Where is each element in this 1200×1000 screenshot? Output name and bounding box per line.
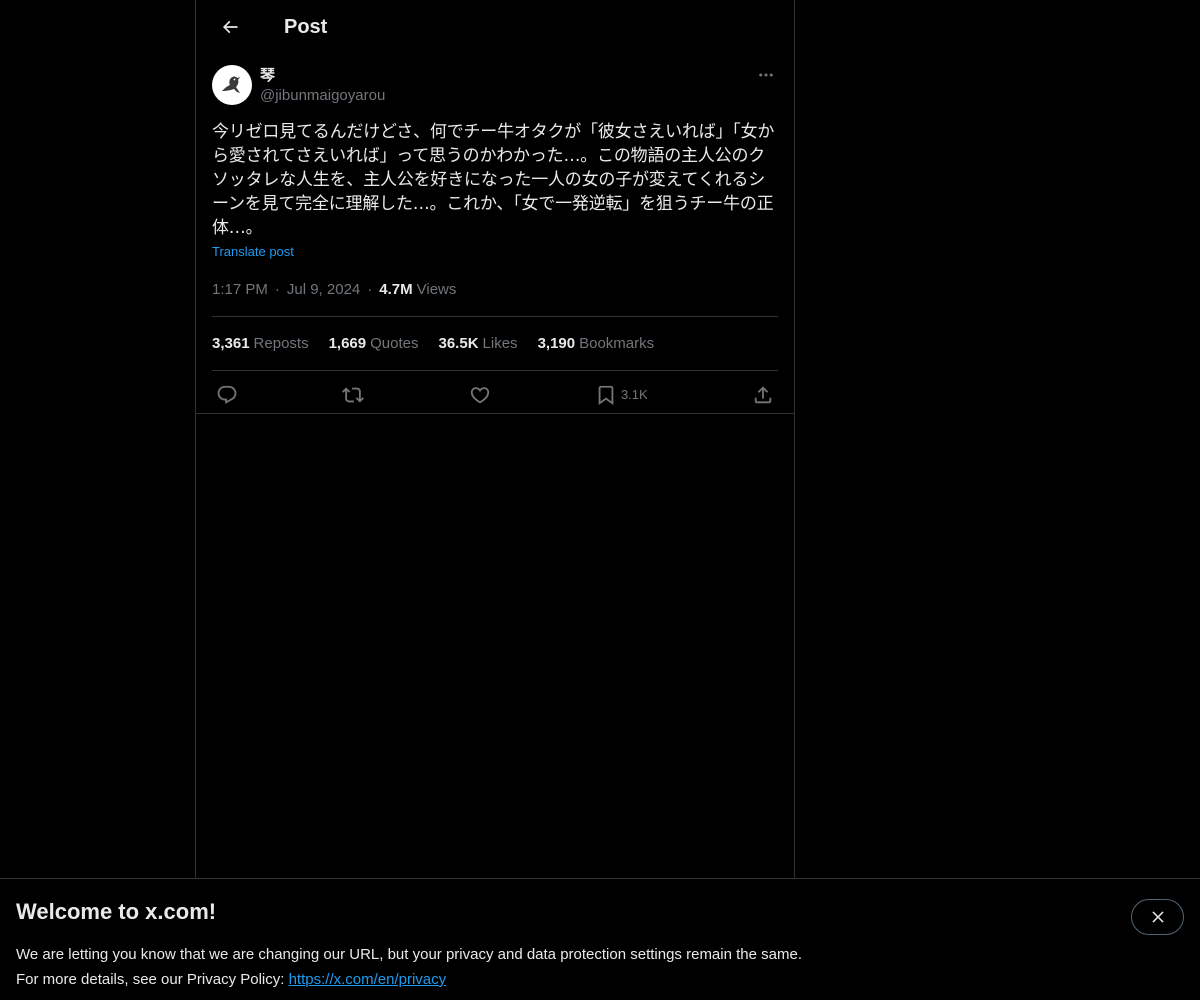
- stat-count: 1,669: [328, 335, 367, 352]
- author-info: 琴 @jibunmaigoyarou: [260, 65, 385, 106]
- repost-icon: [342, 387, 365, 402]
- post-date[interactable]: Jul 9, 2024: [287, 280, 360, 300]
- bookmark-count: 3.1K: [620, 387, 648, 402]
- bookmark-button[interactable]: 3.1K: [595, 378, 648, 412]
- reply-icon: [217, 385, 237, 404]
- avatar[interactable]: [212, 65, 252, 105]
- share-button[interactable]: [752, 378, 774, 412]
- views-count: 4.7M: [379, 281, 413, 298]
- post-actions: 3.1K: [212, 371, 778, 418]
- banner-privacy-prefix: For more details, see our Privacy Policy…: [16, 971, 289, 988]
- bookmark-icon: [598, 385, 614, 405]
- arrow-left-icon: [222, 20, 238, 34]
- page-header: Post: [196, 0, 794, 54]
- banner-message: We are letting you know that we are chan…: [16, 946, 802, 963]
- more-options-button[interactable]: [754, 63, 778, 87]
- stat-reposts[interactable]: 3,361 Reposts: [212, 335, 309, 352]
- reply-button[interactable]: [216, 378, 238, 412]
- heart-icon: [470, 386, 489, 403]
- share-icon: [754, 385, 772, 403]
- page-title: Post: [284, 15, 328, 38]
- privacy-policy-link[interactable]: https://x.com/en/privacy: [289, 971, 447, 988]
- author-row: 琴 @jibunmaigoyarou: [212, 54, 778, 106]
- stat-label: Quotes: [370, 335, 419, 352]
- post-text: 今リゼロ見てるんだけどさ、何でチー牛オタクが「彼女さえいれば」「女から愛されてさ…: [212, 122, 775, 238]
- stat-label: Likes: [482, 335, 518, 352]
- close-banner-button[interactable]: [1131, 899, 1184, 935]
- author-display-name[interactable]: 琴: [260, 66, 385, 86]
- welcome-banner: Welcome to x.com! We are letting you kno…: [0, 878, 1200, 1000]
- post-time[interactable]: 1:17 PM: [212, 280, 268, 300]
- post-stats: 3,361 Reposts 1,669 Quotes 36.5K Likes 3,19…: [212, 317, 778, 370]
- stat-quotes[interactable]: 1,669 Quotes: [329, 335, 419, 352]
- stat-count: 36.5K: [438, 335, 479, 352]
- stat-count: 3,361: [212, 335, 250, 352]
- more-dots-icon: [759, 73, 773, 77]
- meta-separator: ·: [367, 281, 373, 298]
- banner-title: Welcome to x.com!: [16, 899, 217, 924]
- author-handle[interactable]: @jibunmaigoyarou: [260, 86, 385, 106]
- stat-likes[interactable]: 36.5K Likes: [439, 335, 518, 352]
- meta-separator: ·: [274, 281, 280, 298]
- post-detail: 琴 @jibunmaigoyarou 今リゼロ見てるんだけどさ、何でチー牛オタク…: [196, 54, 794, 418]
- close-icon: [1151, 911, 1164, 923]
- banner-privacy-line: For more details, see our Privacy Policy…: [16, 970, 1184, 990]
- like-button[interactable]: [469, 378, 491, 412]
- stat-count: 3,190: [537, 335, 576, 352]
- back-button[interactable]: [212, 9, 248, 45]
- crow-avatar-icon: [222, 76, 240, 93]
- stat-label: Reposts: [253, 335, 309, 352]
- views-label: Views: [416, 281, 457, 298]
- stat-label: Bookmarks: [579, 335, 655, 352]
- stat-bookmarks[interactable]: 3,190 Bookmarks: [538, 335, 655, 352]
- post-meta: 1:17 PM · Jul 9, 2024 · 4.7M Views: [212, 280, 778, 300]
- divider: [196, 413, 794, 414]
- repost-button[interactable]: [342, 378, 365, 412]
- primary-column: Post 琴 @jibunmaigoyarou 今リゼロ見てるんだけどさ、何でチ…: [195, 0, 795, 1000]
- translate-post-link[interactable]: Translate post: [212, 244, 294, 260]
